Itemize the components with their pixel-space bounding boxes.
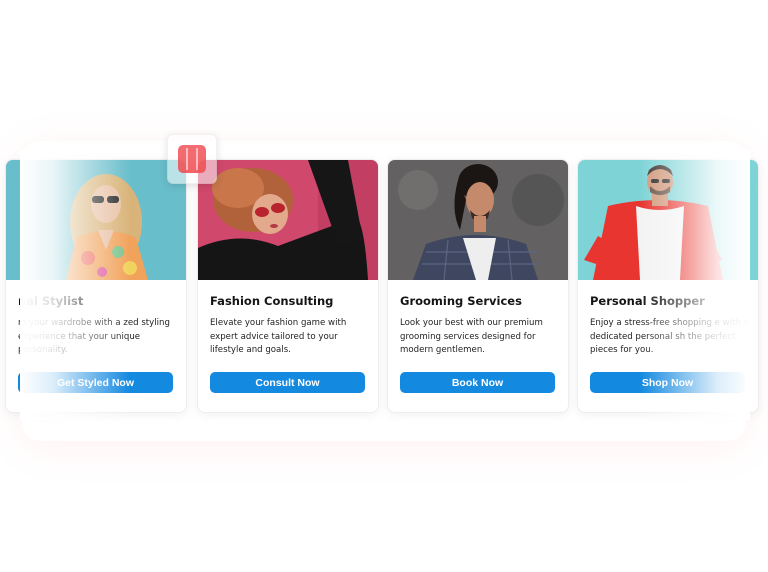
book-now-button[interactable]: Book Now [400,372,555,393]
card-photo [578,160,758,280]
card-description: m your wardrobe with a zed styling exper… [18,318,170,355]
card-photo [198,160,378,280]
card-description: Elevate your fashion game with expert ad… [210,318,347,355]
card-fashion-consulting[interactable]: Fashion Consulting Elevate your fashion … [197,159,379,413]
card-title: nal Stylist [18,294,84,308]
card-title: Grooming Services [400,294,522,308]
card-title: Personal Shopper [590,294,705,308]
stage: nal Stylist m your wardrobe with a zed s… [0,0,768,572]
card-photo [388,160,568,280]
card-grooming-services[interactable]: Grooming Services Look your best with ou… [387,159,569,413]
card-description: Enjoy a stress-free shopping e with a de… [590,318,749,355]
card-personal-stylist[interactable]: nal Stylist m your wardrobe with a zed s… [5,159,187,413]
consult-now-button[interactable]: Consult Now [210,372,365,393]
card-personal-shopper[interactable]: Personal Shopper Enjoy a stress-free sho… [577,159,759,413]
drag-handle[interactable] [167,134,217,184]
drag-handle-icon [178,145,206,173]
card-title: Fashion Consulting [210,294,334,308]
card-description: Look your best with our premium grooming… [400,318,543,355]
get-styled-now-button[interactable]: Get Styled Now [18,372,173,393]
card-photo [6,160,186,280]
shop-now-button[interactable]: Shop Now [590,372,745,393]
